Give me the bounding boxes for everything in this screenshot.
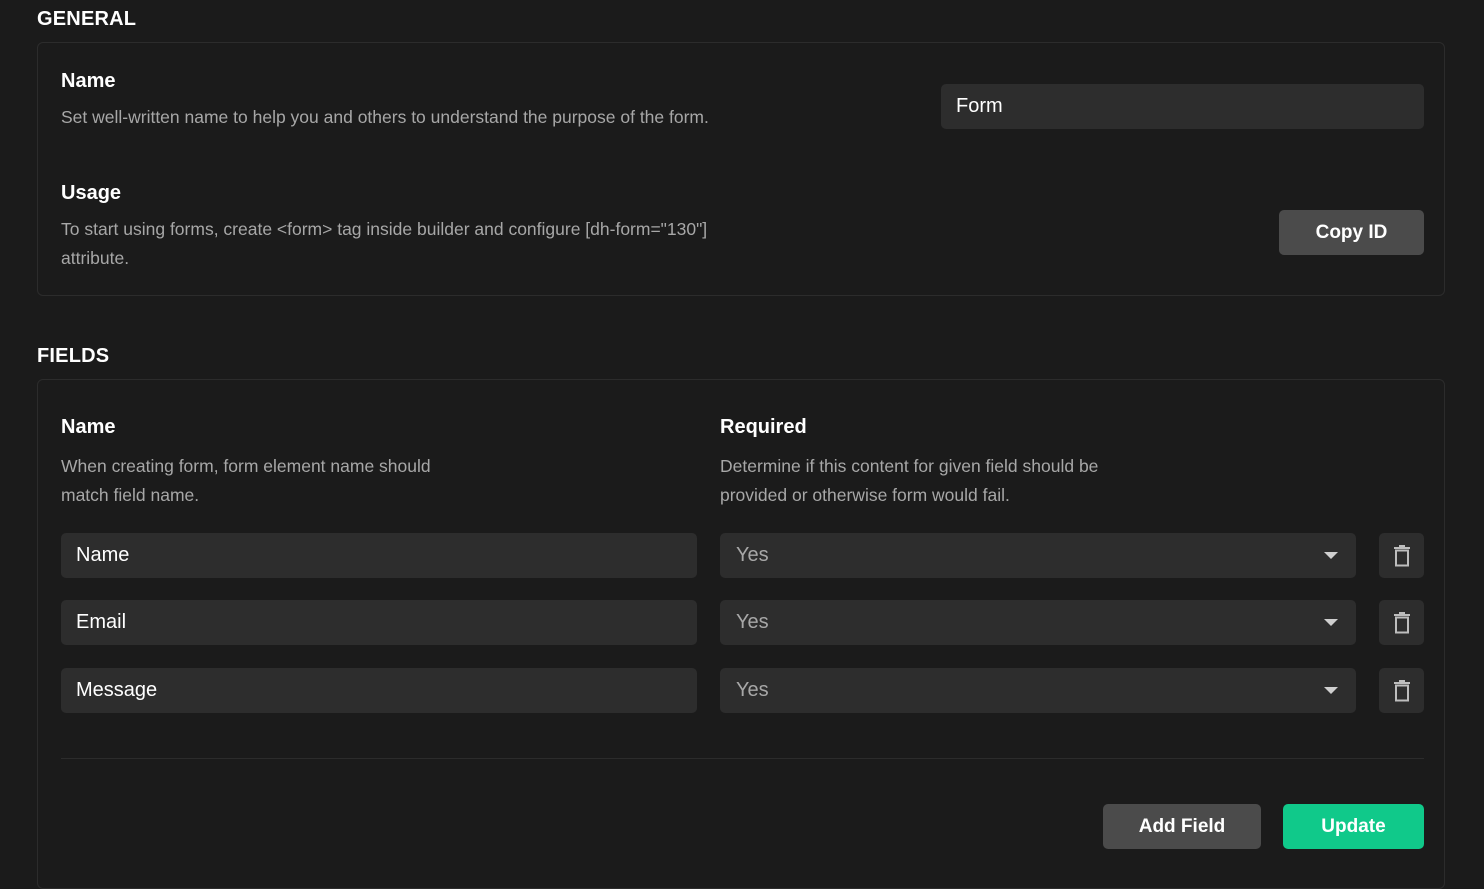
general-section-title: GENERAL	[37, 8, 137, 30]
fields-card: Name When creating form, form element na…	[37, 379, 1445, 889]
fields-section-title: FIELDS	[37, 345, 110, 367]
select-value: Yes	[736, 679, 769, 701]
fields-name-description-line2: match field name.	[61, 485, 200, 505]
copy-id-button[interactable]: Copy ID	[1279, 210, 1424, 255]
field-name-input[interactable]	[61, 668, 697, 713]
general-card: Name Set well-written name to help you a…	[37, 42, 1445, 296]
field-required-select[interactable]: Yes	[720, 533, 1356, 578]
fields-required-description-line2: provided or otherwise form would fail.	[720, 485, 1010, 505]
fields-required-description-line1: Determine if this content for given fiel…	[720, 456, 1099, 476]
name-description: Set well-written name to help you and ot…	[61, 107, 709, 127]
divider	[61, 758, 1424, 759]
delete-field-button[interactable]	[1379, 668, 1424, 713]
field-required-select[interactable]: Yes	[720, 668, 1356, 713]
trash-icon	[1393, 679, 1410, 701]
fields-name-description-line1: When creating form, form element name sh…	[61, 456, 431, 476]
select-value: Yes	[736, 611, 769, 633]
field-name-input[interactable]	[61, 533, 697, 578]
trash-icon	[1393, 611, 1410, 633]
add-field-button[interactable]: Add Field	[1103, 804, 1261, 849]
chevron-down-icon	[1324, 619, 1338, 626]
trash-icon	[1393, 544, 1410, 566]
chevron-down-icon	[1324, 687, 1338, 694]
delete-field-button[interactable]	[1379, 533, 1424, 578]
delete-field-button[interactable]	[1379, 600, 1424, 645]
fields-name-header: Name	[61, 416, 116, 438]
field-name-input[interactable]	[61, 600, 697, 645]
field-required-select[interactable]: Yes	[720, 600, 1356, 645]
form-name-input[interactable]	[941, 84, 1424, 129]
usage-description-line1: To start using forms, create <form> tag …	[61, 219, 708, 239]
update-button[interactable]: Update	[1283, 804, 1424, 849]
usage-description-line2: attribute.	[61, 248, 130, 268]
name-label: Name	[61, 70, 116, 92]
select-value: Yes	[736, 544, 769, 566]
fields-required-header: Required	[720, 416, 807, 438]
usage-label: Usage	[61, 182, 122, 204]
chevron-down-icon	[1324, 552, 1338, 559]
